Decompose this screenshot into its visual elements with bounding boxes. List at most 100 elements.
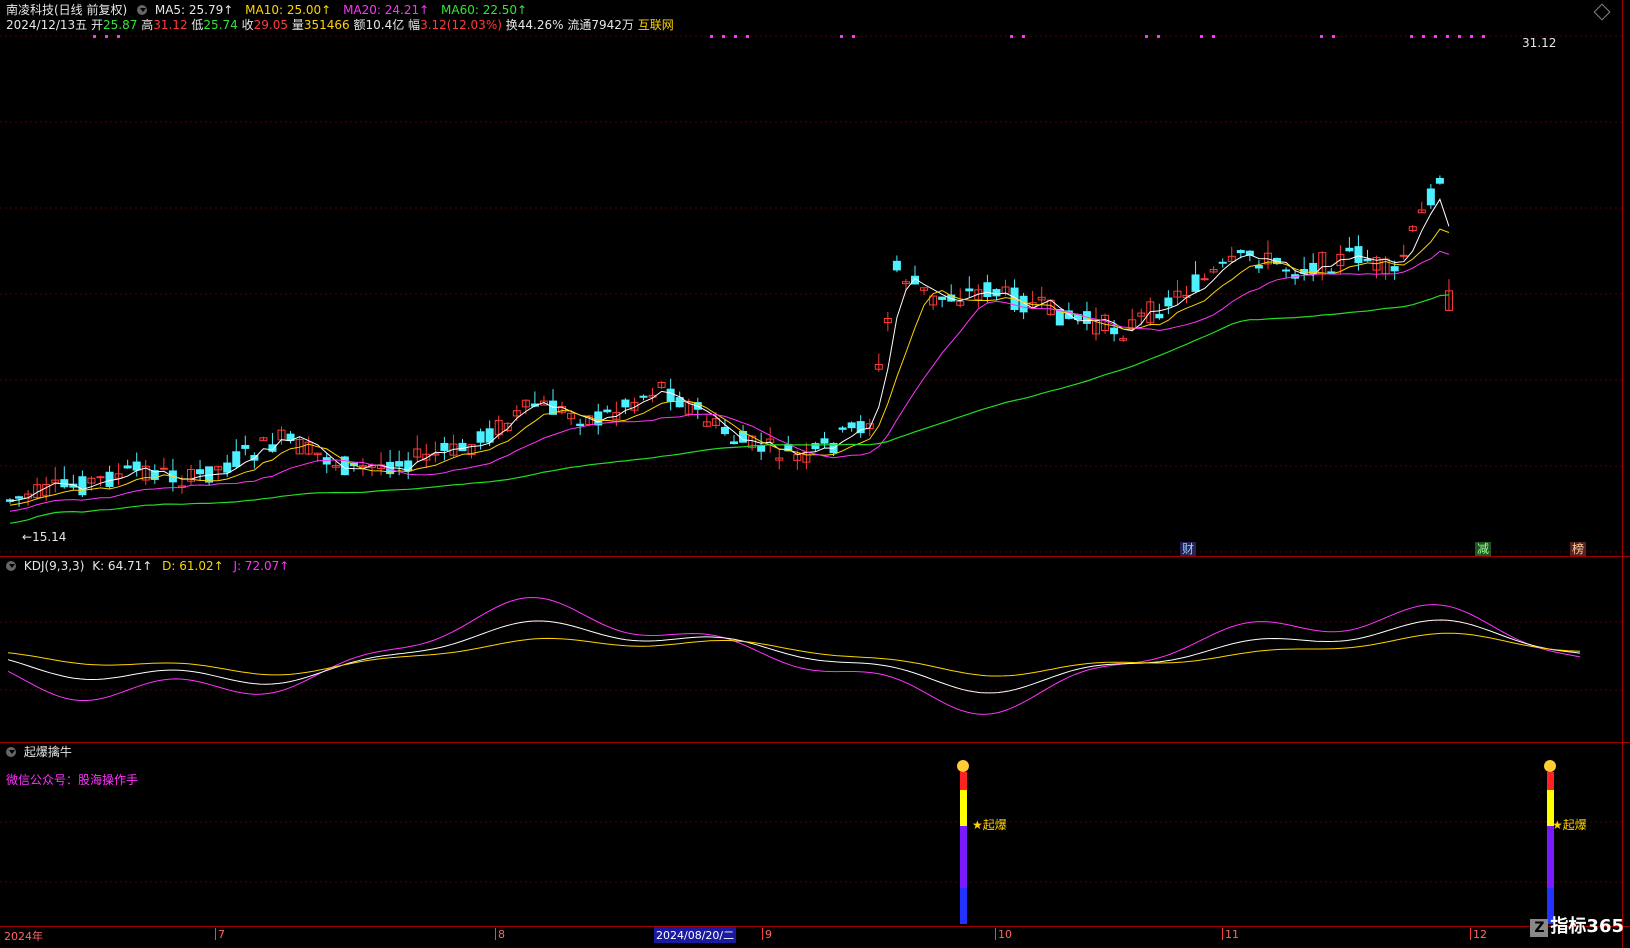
candle-body: [1191, 274, 1200, 292]
candle-body: [1426, 188, 1435, 206]
candle-body: [1236, 250, 1245, 254]
top-signal-dot: [1320, 35, 1323, 38]
main-chart-canvas[interactable]: [0, 0, 1630, 948]
top-signal-dot: [105, 35, 108, 38]
candle-body: [1110, 327, 1119, 335]
xaxis-label-7: 7: [218, 928, 225, 941]
signal-bar-blue: [960, 888, 967, 924]
candle-body: [268, 444, 277, 452]
candle-body: [1218, 261, 1227, 264]
candle-body: [983, 282, 992, 298]
top-signal-dot: [840, 35, 843, 38]
candle-body: [847, 422, 856, 429]
top-signal-dot: [710, 35, 713, 38]
kdj-settings-icon[interactable]: [6, 561, 16, 571]
top-signal-dot: [1157, 35, 1160, 38]
xaxis-label-9: 9: [765, 928, 772, 941]
candle-body: [485, 428, 494, 443]
candle-body: [757, 445, 766, 452]
xaxis-label-12: 12: [1473, 928, 1487, 941]
top-signal-dot: [1022, 35, 1025, 38]
signal-bar-red: [1547, 772, 1554, 790]
candle-body: [196, 469, 205, 475]
candle-body: [1399, 254, 1408, 257]
candle-body: [232, 451, 241, 467]
kdj-k-value: K: 64.71↑: [92, 559, 153, 573]
candle-body: [1354, 246, 1363, 264]
candle-body: [1164, 297, 1173, 307]
candle-body: [603, 409, 612, 413]
xaxis-tick-11: [1222, 928, 1223, 940]
top-signal-dot: [1470, 35, 1473, 38]
xaxis-label-8: 8: [498, 928, 505, 941]
top-signal-dot: [1410, 35, 1413, 38]
candle-body: [123, 465, 132, 469]
top-signal-dot: [722, 35, 725, 38]
xaxis-tick-7: [215, 928, 216, 940]
candle-body: [395, 461, 404, 467]
xaxis-tick-9: [762, 928, 763, 940]
xaxis-label-year: 2024年: [4, 930, 43, 943]
top-signal-dot: [1200, 35, 1203, 38]
candle-body: [78, 476, 87, 496]
candle-body: [1435, 177, 1444, 184]
top-signal-dot: [1145, 35, 1148, 38]
xaxis-tick-12: [1470, 928, 1471, 940]
xaxis-label-11: 11: [1225, 928, 1239, 941]
candle-body: [1254, 264, 1263, 269]
indicator-settings-icon[interactable]: [6, 747, 16, 757]
wechat-note: 微信公众号：股海操作手: [6, 773, 139, 787]
top-signal-dot: [1332, 35, 1335, 38]
candle-body: [1390, 266, 1399, 272]
cursor-date-label: 2024/08/20/二: [654, 927, 737, 943]
candle-body: [241, 445, 250, 449]
signal-label-1: ★起爆: [972, 818, 1007, 832]
top-signal-dot: [1010, 35, 1013, 38]
top-signal-dot: [1212, 35, 1215, 38]
top-signal-dot: [117, 35, 120, 38]
candle-body: [639, 395, 648, 398]
top-signal-dot: [1446, 35, 1449, 38]
event-finance-mark[interactable]: 财: [1180, 542, 1197, 556]
brand-text: 指标365: [1550, 916, 1624, 937]
candle-body: [458, 442, 467, 452]
candle-body: [892, 260, 901, 271]
top-signal-dot: [1458, 35, 1461, 38]
indicator-title: 起爆擒牛: [23, 745, 72, 759]
signal-bar-yellow: [960, 790, 967, 826]
candle-body: [621, 399, 630, 408]
candle-body: [96, 476, 105, 479]
kdj-header: KDJ(9,3,3) K: 64.71↑ D: 61.02↑ J: 72.07↑: [6, 559, 289, 573]
indicator-header: 起爆擒牛: [6, 745, 72, 759]
candle-body: [476, 431, 485, 443]
signal-label-2: ★起爆: [1552, 818, 1587, 832]
signal-coin-icon: [1544, 760, 1556, 772]
candle-body: [856, 421, 865, 434]
candle-body: [965, 288, 974, 292]
top-signal-dot: [734, 35, 737, 38]
kdj-d-line: [7, 632, 1581, 677]
candle-body: [720, 426, 729, 435]
event-reduce-mark[interactable]: 减: [1475, 542, 1492, 556]
signal-bar-red: [960, 772, 967, 790]
candle-body: [1155, 313, 1164, 319]
top-signal-dot: [1482, 35, 1485, 38]
top-signal-dot: [746, 35, 749, 38]
kdj-j-value: J: 72.07↑: [233, 559, 290, 573]
xaxis-tick-8: [495, 928, 496, 940]
xaxis-tick-10: [995, 928, 996, 940]
candle-body: [576, 423, 585, 427]
top-signal-dot: [1422, 35, 1425, 38]
kdj-d-value: D: 61.02↑: [162, 559, 224, 573]
candle-body: [666, 388, 675, 402]
event-rank-mark[interactable]: 榜: [1570, 542, 1587, 556]
candle-body: [105, 471, 114, 487]
top-signal-dot: [93, 35, 96, 38]
candle-body: [159, 467, 168, 470]
candle-body: [938, 296, 947, 300]
ma60-line: [9, 294, 1450, 524]
top-signal-dot: [852, 35, 855, 38]
candle-body: [15, 496, 24, 499]
top-signal-dot: [1434, 35, 1437, 38]
kdj-title: KDJ(9,3,3): [23, 559, 85, 573]
